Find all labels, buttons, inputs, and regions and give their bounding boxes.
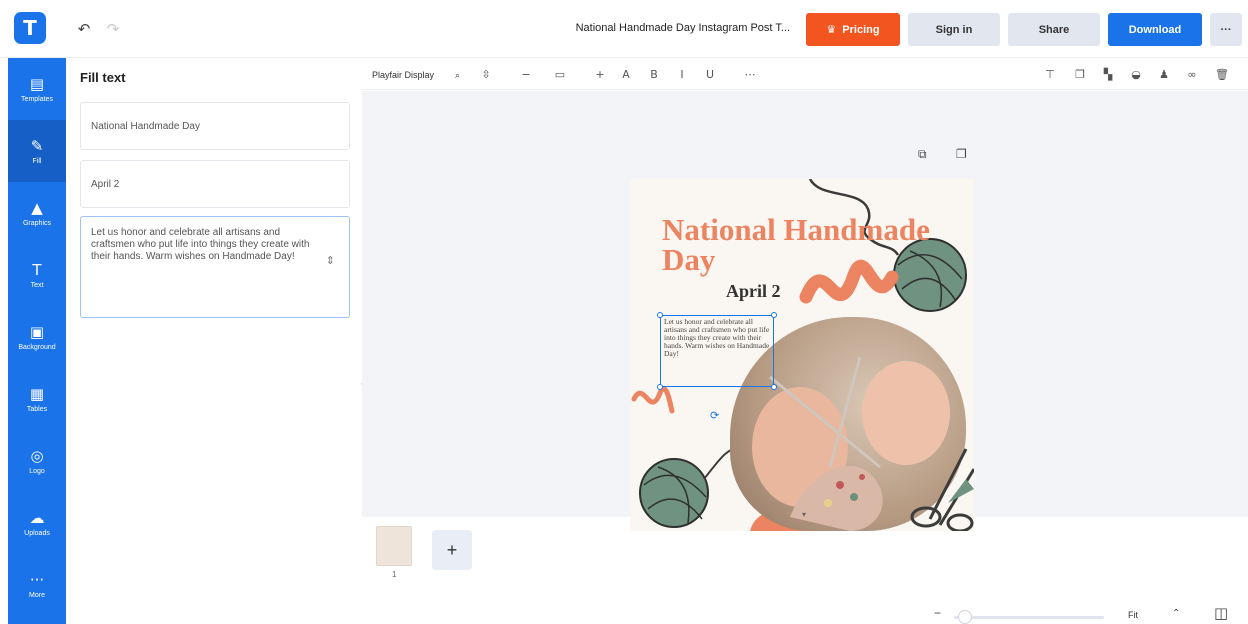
rotate-handle-icon[interactable]: ⟳ — [710, 409, 719, 422]
graphics-icon: ▲ — [31, 198, 43, 217]
undo-icon[interactable]: ↶ — [75, 20, 93, 38]
top-bar: T ↶ ↷ National Handmade Day Instagram Po… — [0, 0, 1248, 58]
text-icon: T — [32, 260, 42, 279]
download-button[interactable]: Download — [1108, 13, 1202, 46]
sidebar-item-label: Graphics — [22, 219, 51, 227]
delete-icon[interactable]: 🗑 — [1214, 66, 1230, 82]
sidebar-item-templates[interactable]: ▤ Templates — [8, 58, 66, 120]
workspace: Playfair Display ⌕ ⇳ − ▭ + A B I U ⋯ ⊤ ❐… — [362, 58, 1248, 624]
font-family-value: Playfair Display — [372, 70, 435, 80]
format-painter-icon[interactable]: ⊤ — [1042, 66, 1058, 82]
duplicate-page-icon[interactable]: ⧉ — [918, 147, 927, 162]
uploads-icon: ☁ — [29, 508, 45, 527]
zoom-slider[interactable] — [954, 616, 1104, 619]
sidebar-item-label: Text — [30, 281, 44, 289]
sidebar-item-logo[interactable]: ◎ Logo — [8, 430, 66, 492]
editor-app: T ↶ ↷ National Handmade Day Instagram Po… — [0, 0, 1248, 624]
copy-page-icon[interactable]: ❐ — [956, 147, 967, 161]
date-text-field[interactable]: April 2 — [80, 160, 350, 208]
text-color-icon[interactable]: A — [618, 66, 634, 82]
resize-handle[interactable] — [771, 312, 777, 318]
layer-icon[interactable]: ▚ — [1100, 66, 1116, 82]
body-text-value: Let us honor and celebrate all artisans … — [91, 227, 310, 262]
left-sidebar: ▤ Templates ✎ Fill ▲ Graphics T Text ▣ B… — [8, 58, 66, 624]
sidebar-item-label: Uploads — [24, 529, 50, 537]
pricing-label: Pricing — [842, 23, 880, 36]
expand-icon[interactable]: ⇕ — [326, 255, 335, 267]
chevron-up-icon[interactable]: ⌃ — [1172, 608, 1180, 619]
sidebar-item-label: Fill — [32, 157, 42, 165]
sidebar-item-label: More — [29, 591, 45, 599]
italic-icon[interactable]: I — [674, 66, 690, 82]
copy-style-icon[interactable]: ❐ — [1072, 66, 1088, 82]
headline-text-field[interactable]: National Handmade Day — [80, 102, 350, 150]
more-icon: ··· — [29, 570, 45, 589]
page-layout-icon[interactable]: ◫ — [1214, 604, 1228, 622]
font-size-stepper-icon[interactable]: ⇳ — [478, 66, 494, 82]
canvas-area: ⧉ ❐ National Handmade Day April 2 Let us… — [362, 91, 1248, 531]
body-text-field[interactable]: Let us honor and celebrate all artisans … — [80, 216, 350, 318]
underline-icon[interactable]: U — [702, 66, 718, 82]
sidebar-item-label: Background — [18, 343, 56, 351]
decrease-size-icon[interactable]: − — [518, 66, 534, 82]
sidebar-item-tables[interactable]: ▦ Tables — [8, 368, 66, 430]
more-format-icon[interactable]: ⋯ — [742, 66, 758, 82]
link-icon[interactable]: ∞ — [1184, 66, 1200, 82]
sidebar-item-fill[interactable]: ✎ Fill — [8, 120, 66, 182]
sidebar-item-text[interactable]: T Text — [8, 244, 66, 306]
pricing-button[interactable]: ♛ Pricing — [806, 13, 900, 46]
crown-icon: ♛ — [826, 24, 837, 36]
more-options-button[interactable]: ··· — [1210, 13, 1242, 46]
zoom-out-icon[interactable]: − — [934, 606, 941, 620]
panel-title: Fill text — [80, 70, 126, 85]
templates-icon: ▤ — [29, 74, 45, 93]
sidebar-item-graphics[interactable]: ▲ Graphics — [8, 182, 66, 244]
lock-icon[interactable]: ♟ — [1156, 66, 1172, 82]
font-size-input[interactable]: ▭ — [552, 66, 568, 82]
share-button[interactable]: Share — [1008, 13, 1100, 46]
text-toolbar: Playfair Display ⌕ ⇳ − ▭ + A B I U ⋯ ⊤ ❐… — [362, 58, 1248, 90]
design-date[interactable]: April 2 — [726, 281, 781, 302]
resize-handle[interactable] — [771, 384, 777, 390]
sidebar-item-background[interactable]: ▣ Background — [8, 306, 66, 368]
page-thumbnail[interactable] — [376, 526, 412, 566]
app-logo[interactable]: T — [14, 12, 46, 44]
resize-handle[interactable] — [657, 384, 663, 390]
zoom-value[interactable]: Fit — [1128, 610, 1138, 620]
sidebar-item-label: Tables — [26, 405, 48, 413]
tables-icon: ▦ — [29, 384, 45, 403]
design-body-text[interactable]: Let us honor and celebrate all artisans … — [660, 315, 774, 387]
fill-pen-icon: ✎ — [30, 136, 44, 155]
font-family-select[interactable]: Playfair Display ⌕ — [372, 65, 460, 85]
document-title[interactable]: National Handmade Day Instagram Post T..… — [520, 22, 790, 34]
zoom-slider-handle[interactable] — [958, 610, 972, 624]
sidebar-item-label: Templates — [21, 95, 53, 103]
fill-text-panel: Fill text National Handmade Day April 2 … — [66, 58, 360, 624]
sidebar-item-uploads[interactable]: ☁ Uploads — [8, 492, 66, 554]
add-page-button[interactable]: + — [432, 530, 472, 570]
page-number: 1 — [392, 570, 397, 579]
sidebar-item-more[interactable]: ··· More — [8, 554, 66, 616]
design-headline[interactable]: National Handmade Day — [662, 214, 974, 275]
background-icon: ▣ — [29, 322, 45, 341]
search-icon: ⌕ — [454, 69, 460, 80]
increase-size-icon[interactable]: + — [592, 66, 608, 82]
redo-icon[interactable]: ↷ — [104, 20, 122, 38]
sidebar-item-label: Logo — [29, 467, 45, 475]
sign-in-button[interactable]: Sign in — [908, 13, 1000, 46]
design-canvas[interactable]: National Handmade Day April 2 Let us hon… — [630, 179, 974, 531]
resize-handle[interactable] — [657, 312, 663, 318]
logo-icon: ◎ — [30, 446, 44, 465]
opacity-icon[interactable]: ◒ — [1128, 66, 1144, 82]
collapse-pages-icon[interactable]: ▾ — [802, 510, 806, 519]
bold-icon[interactable]: B — [646, 66, 662, 82]
